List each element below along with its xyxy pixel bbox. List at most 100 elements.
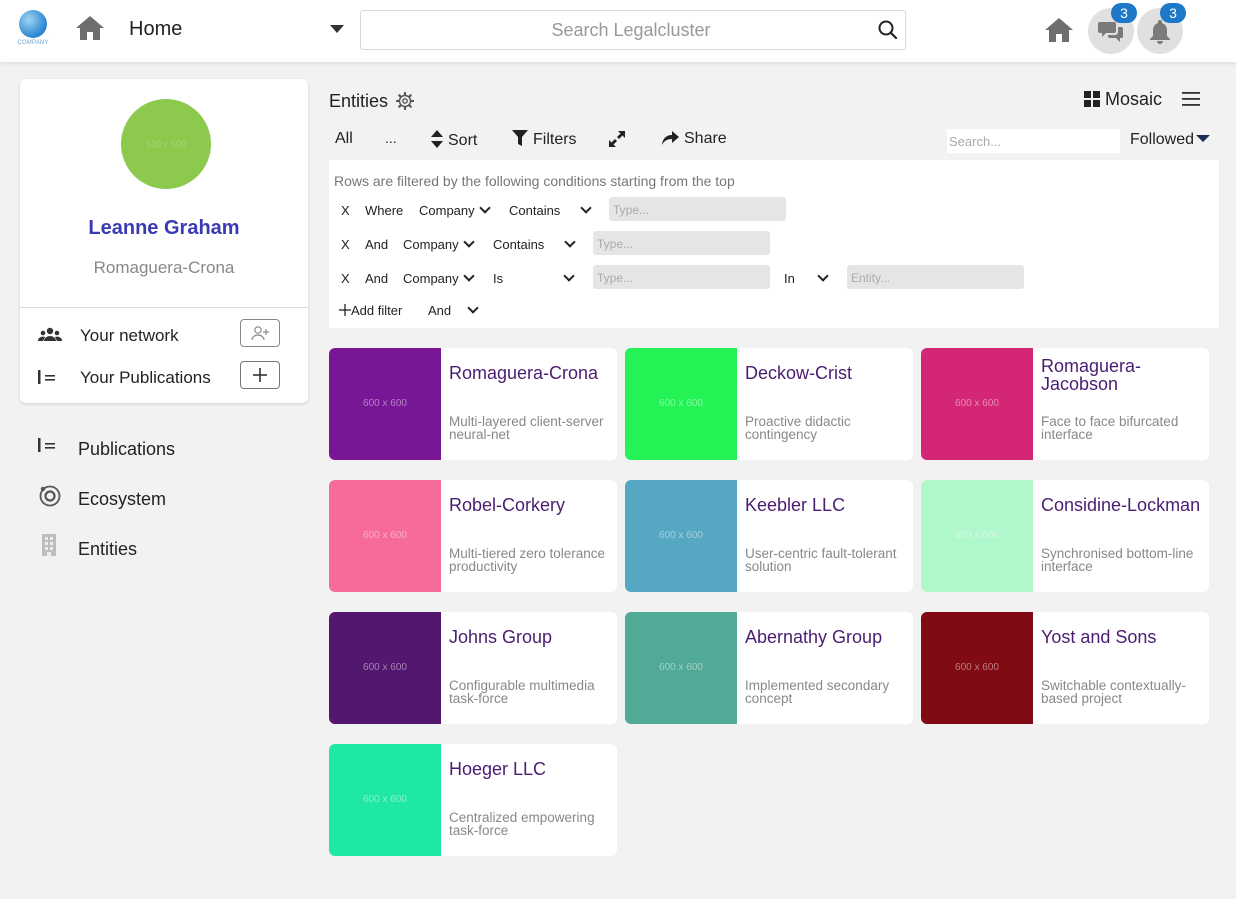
operator-select[interactable]: Contains — [509, 202, 592, 218]
profile-card: 600 x 600 Leanne Graham Romaguera-Crona … — [20, 79, 308, 403]
entity-input[interactable]: Entity... — [847, 265, 1024, 289]
messages-badge: 3 — [1111, 3, 1137, 23]
entity-image: 600 x 600 — [921, 480, 1033, 592]
entity-name[interactable]: Robel-Corkery — [449, 496, 613, 514]
home-shortcut-icon[interactable] — [1042, 14, 1076, 46]
entity-name[interactable]: Considine-Lockman — [1041, 496, 1205, 514]
entity-image: 600 x 600 — [329, 744, 441, 856]
view-mosaic-button[interactable]: Mosaic — [1084, 89, 1162, 111]
top-bar: COMPANY Home 3 3 — [0, 0, 1236, 62]
entity-card[interactable]: 600 x 600 Romaguera-Jacobson Face to fac… — [921, 348, 1209, 460]
avatar[interactable]: 600 x 600 — [121, 99, 211, 189]
sidebar-item-entities[interactable]: Entities — [20, 530, 308, 570]
more-button[interactable]: ... — [385, 130, 397, 146]
entity-card[interactable]: 600 x 600 Romaguera-Crona Multi-layered … — [329, 348, 617, 460]
search-input[interactable] — [361, 11, 861, 49]
global-search — [360, 10, 906, 50]
add-connector-select[interactable]: And — [428, 302, 479, 318]
profile-name[interactable]: Leanne Graham — [20, 217, 308, 240]
your-network-row[interactable]: Your network — [20, 317, 308, 353]
field-select[interactable]: Company — [403, 236, 475, 252]
filter-value-input[interactable]: Type... — [609, 197, 786, 221]
operator-value: Contains — [509, 203, 561, 218]
chevron-down-icon — [817, 270, 829, 282]
entity-card[interactable]: 600 x 600 Deckow-Crist Proactive didacti… — [625, 348, 913, 460]
remove-filter-button[interactable]: X — [341, 237, 350, 252]
connector-select[interactable]: And — [365, 271, 388, 286]
field-select[interactable]: Company — [403, 270, 475, 286]
search-icon[interactable] — [877, 19, 899, 41]
entity-image: 600 x 600 — [329, 612, 441, 724]
filter-panel: Rows are filtered by the following condi… — [329, 160, 1219, 328]
notifications-badge: 3 — [1160, 3, 1186, 23]
entity-name[interactable]: Abernathy Group — [745, 628, 909, 646]
entity-name[interactable]: Deckow-Crist — [745, 364, 909, 382]
sidebar-item-publications[interactable]: Publications — [20, 430, 308, 470]
share-button[interactable]: Share — [661, 130, 727, 148]
messages-button[interactable]: 3 — [1088, 3, 1137, 54]
add-filter-label: Add filter — [351, 303, 403, 318]
entity-description: User-centric fault-tolerant solution — [745, 546, 897, 574]
filters-label: Filters — [533, 131, 577, 148]
add-contact-button[interactable] — [240, 319, 280, 347]
company-logo[interactable]: COMPANY — [16, 10, 50, 50]
operator-select[interactable]: Contains — [493, 236, 576, 252]
connector-select[interactable]: And — [365, 237, 388, 252]
expand-icon — [609, 131, 625, 147]
publications-icon — [38, 370, 55, 384]
entity-description: Multi-tiered zero tolerance productivity — [449, 546, 606, 574]
entity-description: Synchronised bottom-line interface — [1041, 546, 1194, 574]
entity-name[interactable]: Romaguera-Jacobson — [1041, 357, 1205, 393]
ecosystem-icon — [39, 485, 61, 507]
filter-value-input[interactable]: Type... — [593, 231, 770, 255]
remove-filter-button[interactable]: X — [341, 203, 350, 218]
entity-name[interactable]: Keebler LLC — [745, 496, 909, 514]
add-publication-button[interactable] — [240, 361, 280, 389]
filter-value-input[interactable]: Type... — [593, 265, 770, 289]
field-value: Company — [403, 237, 459, 252]
entity-card[interactable]: 600 x 600 Johns Group Configurable multi… — [329, 612, 617, 724]
entity-name[interactable]: Hoeger LLC — [449, 760, 613, 778]
entity-card[interactable]: 600 x 600 Keebler LLC User-centric fault… — [625, 480, 913, 592]
notifications-button[interactable]: 3 — [1137, 3, 1186, 54]
entity-image: 600 x 600 — [921, 612, 1033, 724]
share-label: Share — [684, 130, 727, 147]
entity-card[interactable]: 600 x 600 Hoeger LLC Centralized empower… — [329, 744, 617, 856]
followed-dropdown[interactable]: Followed — [1130, 131, 1211, 149]
home-icon[interactable] — [74, 12, 106, 44]
entity-card[interactable]: 600 x 600 Considine-Lockman Synchronised… — [921, 480, 1209, 592]
add-filter-button[interactable]: Add filter — [339, 303, 402, 318]
entities-search-input[interactable] — [947, 129, 1120, 153]
sidebar-item-label: Entities — [78, 539, 138, 559]
sidebar-item-ecosystem[interactable]: Ecosystem — [20, 480, 308, 520]
all-filter-button[interactable]: All — [335, 130, 353, 148]
entity-description: Switchable contextually-based project — [1041, 678, 1186, 706]
field-select[interactable]: Company — [419, 202, 491, 218]
operator-select[interactable]: Is — [493, 270, 575, 286]
remove-filter-button[interactable]: X — [341, 271, 350, 286]
entity-image: 600 x 600 — [921, 348, 1033, 460]
field-value: Company — [419, 203, 475, 218]
entity-card[interactable]: 600 x 600 Abernathy Group Implemented se… — [625, 612, 913, 724]
entity-name[interactable]: Romaguera-Crona — [449, 364, 613, 382]
in-select[interactable]: In — [784, 270, 829, 286]
entity-card[interactable]: 600 x 600 Yost and Sons Switchable conte… — [921, 612, 1209, 724]
sort-button[interactable]: Sort — [431, 130, 477, 150]
sidebar-item-label: Ecosystem — [78, 489, 167, 509]
chevron-down-icon — [580, 202, 592, 214]
entity-description: Proactive didactic contingency — [745, 414, 851, 442]
your-publications-row[interactable]: Your Publications — [20, 359, 308, 395]
user-plus-icon — [251, 326, 269, 341]
caret-down-icon[interactable] — [328, 22, 346, 36]
entity-name[interactable]: Johns Group — [449, 628, 613, 646]
filters-button[interactable]: Filters — [512, 130, 577, 149]
chevron-down-icon — [564, 236, 576, 248]
in-value: In — [784, 271, 795, 286]
entity-description: Configurable multimedia task-force — [449, 678, 595, 706]
list-view-icon[interactable] — [1181, 90, 1201, 108]
entity-name[interactable]: Yost and Sons — [1041, 628, 1205, 646]
expand-button[interactable] — [608, 130, 631, 150]
operator-value: Contains — [493, 237, 545, 252]
entity-card[interactable]: 600 x 600 Robel-Corkery Multi-tiered zer… — [329, 480, 617, 592]
gear-icon[interactable] — [396, 92, 414, 110]
